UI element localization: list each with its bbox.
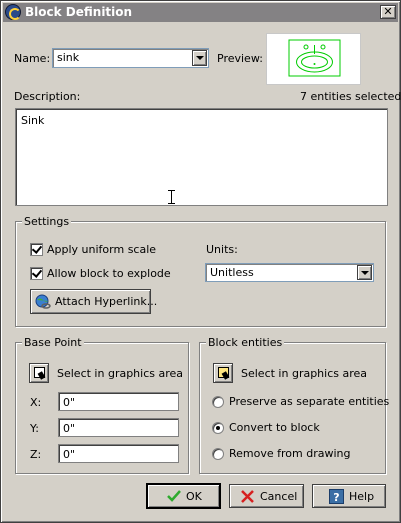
z-value: 0" [63, 448, 76, 461]
sink-preview-icon [288, 39, 341, 77]
block-entities-select-label: Select in graphics area [241, 367, 368, 380]
units-combobox[interactable]: Unitless [205, 263, 374, 282]
base-point-group: Base Point Select in graphics area X: 0"… [15, 336, 189, 474]
convert-label[interactable]: Convert to block [229, 421, 320, 434]
ok-button[interactable]: OK [146, 483, 221, 509]
convert-radio[interactable] [212, 422, 224, 434]
settings-title: Settings [22, 215, 72, 228]
settings-group: Settings Apply uniform scale Allow block… [15, 215, 386, 327]
preserve-radio[interactable] [212, 396, 224, 408]
cancel-button[interactable]: Cancel [229, 484, 304, 508]
chevron-down-icon[interactable] [192, 50, 207, 66]
preserve-label[interactable]: Preserve as separate entities [229, 395, 389, 408]
help-icon: ? [329, 489, 344, 504]
cancel-x-icon [241, 490, 254, 503]
block-entities-group: Block entities Select in graphics area P… [199, 336, 389, 474]
block-preview [266, 33, 361, 85]
attach-hyperlink-button[interactable]: Attach Hyperlink... [30, 289, 157, 314]
block-definition-dialog: Block Definition ✕ Name: sink Preview: D… [0, 0, 401, 523]
name-label: Name: [14, 52, 51, 65]
description-textarea[interactable]: Sink [15, 108, 388, 206]
cancel-label: Cancel [260, 490, 298, 503]
units-label: Units: [206, 243, 238, 256]
app-icon [5, 4, 21, 20]
name-value: sink [57, 51, 80, 64]
ok-label: OK [186, 490, 202, 503]
text-cursor-icon [168, 190, 175, 204]
dialog-title: Block Definition [25, 5, 133, 19]
y-value: 0" [63, 422, 76, 435]
y-label: Y: [30, 422, 39, 435]
x-input[interactable]: 0" [58, 392, 179, 411]
pick-point-icon[interactable] [29, 363, 49, 383]
description-value: Sink [21, 114, 45, 127]
y-input[interactable]: 0" [58, 418, 179, 437]
units-value: Unitless [210, 266, 254, 279]
x-value: 0" [63, 396, 76, 409]
preview-label: Preview: [217, 52, 263, 65]
close-icon: ✕ [383, 5, 393, 18]
uniform-scale-checkbox[interactable] [30, 243, 43, 256]
select-entities-icon[interactable] [213, 363, 233, 383]
remove-radio[interactable] [212, 448, 224, 460]
allow-explode-checkbox[interactable] [30, 267, 43, 280]
z-label: Z: [30, 448, 42, 461]
entities-selected-count: 7 entities selected [300, 90, 401, 103]
help-label: Help [349, 490, 375, 503]
attach-hyperlink-label: Attach Hyperlink... [55, 295, 158, 308]
block-entities-title: Block entities [206, 336, 285, 349]
close-button[interactable]: ✕ [380, 5, 396, 19]
base-point-title: Base Point [22, 336, 84, 349]
uniform-scale-label[interactable]: Apply uniform scale [47, 243, 156, 256]
name-combobox[interactable]: sink [52, 48, 209, 68]
base-point-select-label: Select in graphics area [57, 367, 184, 380]
hyperlink-globe-icon [35, 294, 51, 309]
allow-explode-label[interactable]: Allow block to explode [47, 267, 171, 280]
x-label: X: [30, 396, 42, 409]
description-label: Description: [14, 90, 81, 103]
z-input[interactable]: 0" [58, 444, 179, 463]
title-bar[interactable]: Block Definition ✕ [3, 3, 398, 22]
checkmark-icon [167, 490, 181, 502]
remove-label[interactable]: Remove from drawing [229, 447, 350, 460]
svg-text:?: ? [333, 491, 339, 504]
help-button[interactable]: ? Help [312, 484, 386, 508]
chevron-down-icon[interactable] [357, 265, 372, 280]
